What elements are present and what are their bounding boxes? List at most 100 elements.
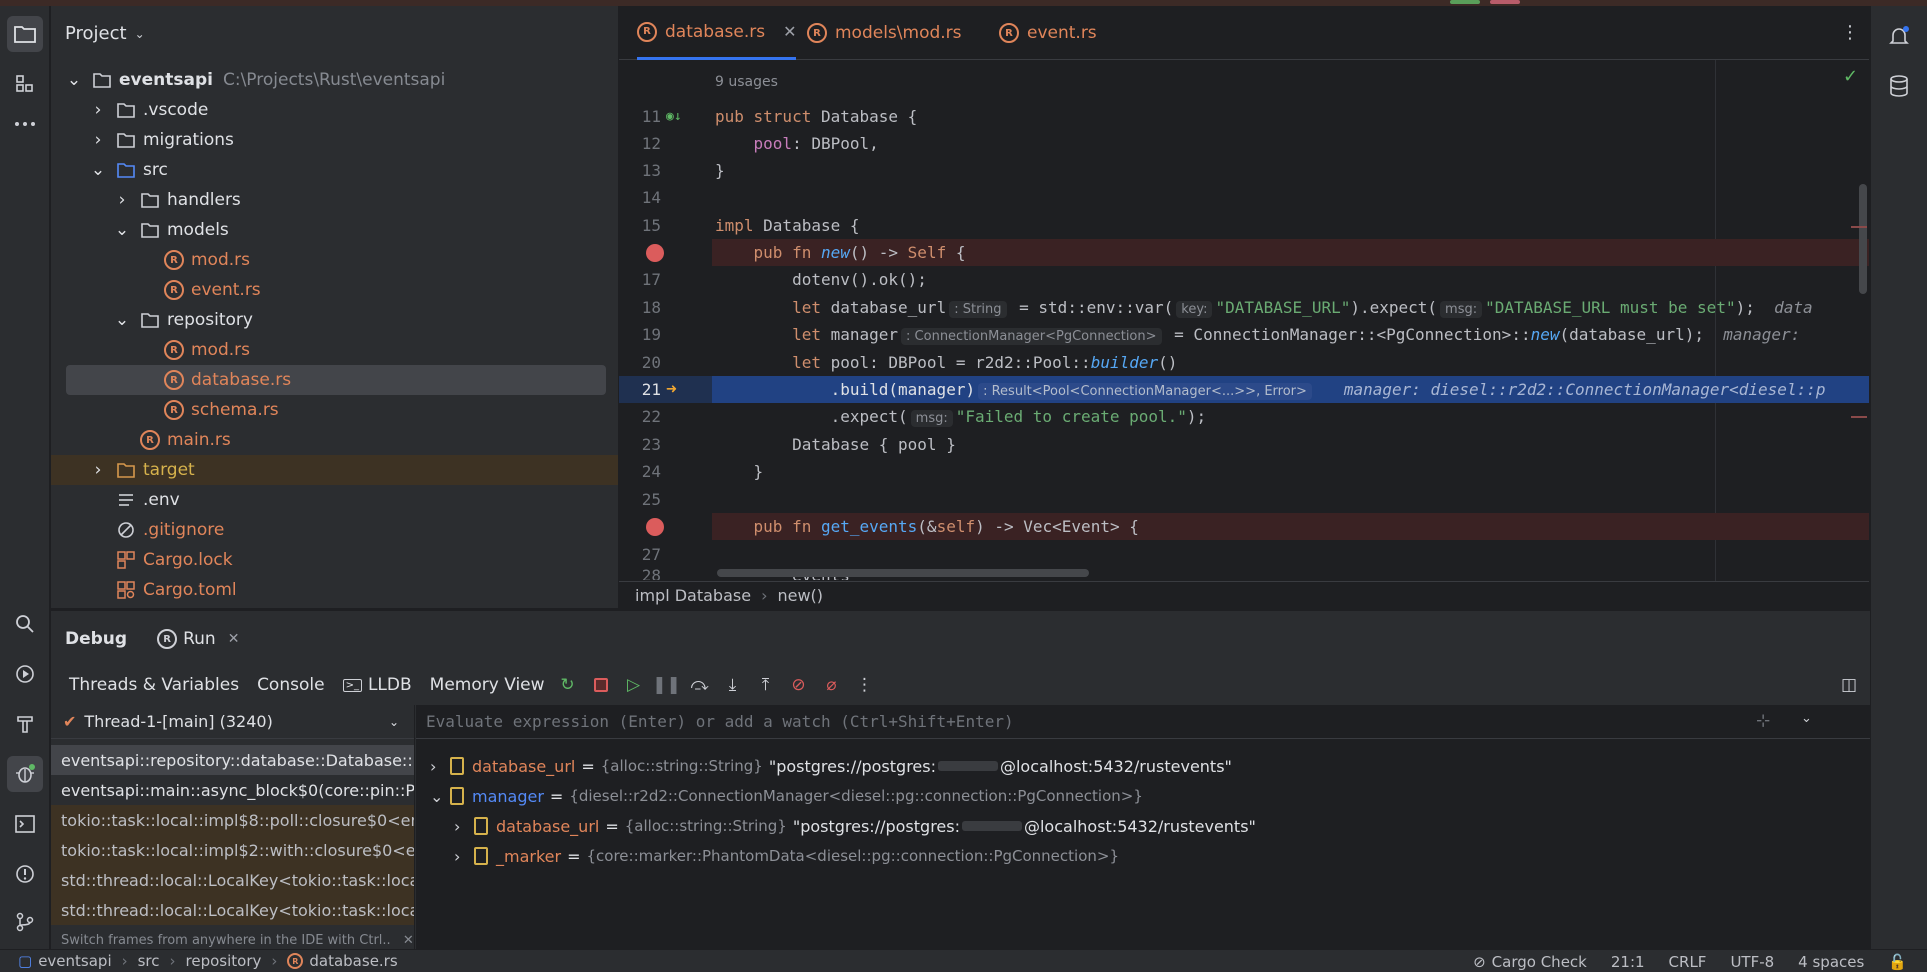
tab-run-config[interactable]: R Run ✕ (157, 629, 239, 649)
step-out-icon[interactable]: ⤒ (756, 675, 776, 695)
code-line[interactable]: 22 .expect(msg: "Failed to create pool.")… (619, 403, 1869, 430)
step-into-icon[interactable]: ⤓ (723, 675, 743, 695)
tree-item-file[interactable]: Cargo.lock (51, 545, 605, 575)
more-tools-icon[interactable] (7, 106, 43, 142)
editor-horizontal-scrollbar[interactable] (717, 569, 1089, 577)
add-watch-icon[interactable]: ⊹ (1756, 711, 1770, 731)
more-options-icon[interactable]: ⋮ (1841, 22, 1859, 43)
code-line[interactable]: 24 } (619, 458, 1869, 485)
breakpoint-icon[interactable] (646, 243, 664, 262)
code-line[interactable]: 20 let pool: DBPool = r2d2::Pool::builde… (619, 349, 1869, 376)
tab-models-mod-rs[interactable]: R models\mod.rs (807, 6, 962, 60)
tab-lldb[interactable]: >_ LLDB (342, 675, 412, 695)
usages-hint[interactable]: 9 usages (715, 74, 778, 90)
code-line[interactable]: 17 dotenv().ok(); (619, 266, 1869, 293)
breadcrumb-item[interactable]: impl Database (635, 586, 751, 605)
file-encoding[interactable]: UTF-8 (1730, 953, 1774, 971)
tree-item-file-selected[interactable]: R database.rs (66, 365, 606, 395)
stack-frame[interactable]: tokio::task::local::impl$8::poll::closur… (51, 805, 414, 835)
chevron-down-icon[interactable]: ⌄ (430, 787, 450, 806)
build-hammer-icon[interactable] (7, 706, 43, 742)
tree-item-file[interactable]: R event.rs (51, 275, 605, 305)
tree-item-file[interactable]: .gitignore (51, 515, 605, 545)
indent-setting[interactable]: 4 spaces (1798, 953, 1864, 971)
lock-icon[interactable]: 🔓 (1888, 953, 1907, 971)
line-separator[interactable]: CRLF (1669, 953, 1707, 971)
tree-item-file[interactable]: Cargo.toml (51, 575, 605, 605)
code-line[interactable]: 13 } (619, 157, 1869, 184)
code-line-breakpoint[interactable]: pub fn get_events(&self) -> Vec<Event> { (619, 513, 1869, 540)
chevron-down-icon[interactable]: ⌄ (115, 310, 129, 330)
evaluate-expression-input[interactable]: Evaluate expression (Enter) or add a wat… (416, 705, 1870, 739)
variable-row[interactable]: › database_url = {alloc::string::String}… (430, 751, 1232, 781)
tree-item-folder[interactable]: › .vscode (51, 95, 605, 125)
problems-icon[interactable] (7, 856, 43, 892)
tree-item-folder[interactable]: ⌄ models (51, 215, 605, 245)
tree-item-file[interactable]: .env (51, 485, 605, 515)
code-line[interactable]: 19 let manager: ConnectionManager<PgConn… (619, 321, 1869, 348)
tab-threads-variables[interactable]: Threads & Variables (69, 675, 239, 695)
code-line[interactable]: 12 pool: DBPool, (619, 130, 1869, 157)
stack-frame[interactable]: tokio::task::local::impl$2::with::closur… (51, 835, 414, 865)
tab-memory-view[interactable]: Memory View (430, 675, 545, 695)
project-panel-header[interactable]: Project ⌄ (65, 23, 145, 44)
chevron-right-icon[interactable]: › (454, 817, 474, 836)
chevron-down-icon[interactable]: ⌄ (67, 70, 81, 90)
code-line-execution-point[interactable]: 21 ➜ .build(manager): Result<Pool<Connec… (619, 376, 1869, 403)
database-icon[interactable] (1881, 68, 1917, 104)
stop-icon[interactable] (591, 675, 611, 695)
status-breadcrumb-item[interactable]: src (138, 952, 160, 970)
caret-position[interactable]: 21:1 (1611, 953, 1645, 971)
project-folder-icon[interactable] (7, 16, 43, 52)
close-icon[interactable]: ✕ (228, 631, 240, 647)
layout-settings-icon[interactable]: ◫ (1841, 675, 1857, 695)
services-icon[interactable] (7, 656, 43, 692)
code-line[interactable]: 25 (619, 486, 1869, 513)
variable-row[interactable]: ⌄ manager = {diesel::r2d2::ConnectionMan… (430, 781, 1143, 811)
structure-icon[interactable] (7, 66, 43, 102)
editor-vertical-scrollbar[interactable] (1859, 184, 1867, 294)
chevron-right-icon[interactable]: › (91, 100, 105, 120)
resume-icon[interactable]: ▷ (624, 675, 644, 695)
tab-event-rs[interactable]: R event.rs (999, 6, 1097, 60)
tree-item-file[interactable]: R main.rs (51, 425, 605, 455)
code-line[interactable]: 11 ◉↓ pub struct Database { (619, 103, 1869, 130)
tab-database-rs[interactable]: R database.rs ✕ (637, 6, 797, 60)
stack-frame[interactable]: std::thread::local::LocalKey<tokio::task… (51, 895, 414, 925)
code-line[interactable]: 14 (619, 184, 1869, 211)
chevron-right-icon[interactable]: › (91, 130, 105, 150)
mute-breakpoints-icon[interactable]: ⌀ (822, 675, 842, 695)
chevron-down-icon[interactable]: ⌄ (1801, 711, 1812, 726)
status-breadcrumb-item[interactable]: repository (186, 952, 262, 970)
chevron-down-icon[interactable]: ⌄ (91, 160, 105, 180)
breakpoint-stripe-marker[interactable] (1851, 416, 1867, 418)
status-breadcrumb-item[interactable]: database.rs (309, 952, 397, 970)
tree-item-file[interactable]: R mod.rs (51, 335, 605, 365)
debug-bug-icon[interactable] (7, 756, 43, 792)
pause-icon[interactable]: ❚❚ (652, 675, 681, 695)
tree-item-file[interactable]: R schema.rs (51, 395, 605, 425)
chevron-right-icon[interactable]: › (430, 757, 450, 776)
terminal-icon[interactable] (7, 806, 43, 842)
tree-item-file[interactable]: R mod.rs (51, 245, 605, 275)
more-options-icon[interactable]: ⋮ (855, 675, 875, 695)
code-line[interactable]: 18 let database_url: String = std::env::… (619, 294, 1869, 321)
search-icon[interactable] (7, 606, 43, 642)
code-line[interactable]: 23 Database { pool } (619, 431, 1869, 458)
git-icon[interactable] (7, 904, 43, 940)
breadcrumb-item[interactable]: new() (777, 586, 823, 605)
tree-item-root[interactable]: ⌄ eventsapi C:\Projects\Rust\eventsapi (51, 65, 605, 95)
implemented-gutter-icon[interactable]: ◉↓ (666, 109, 682, 124)
chevron-right-icon[interactable]: › (454, 847, 474, 866)
code-line[interactable]: 27 (619, 541, 1869, 568)
stack-frame[interactable]: std::thread::local::LocalKey<tokio::task… (51, 865, 414, 895)
rerun-icon[interactable]: ↻ (558, 675, 578, 695)
code-line[interactable]: 15 impl Database { (619, 212, 1869, 239)
tab-console[interactable]: Console (257, 675, 325, 695)
thread-selector[interactable]: ✔ Thread-1-[main] (3240) ⌄ (51, 705, 414, 739)
tree-item-folder[interactable]: ⌄ src (51, 155, 605, 185)
chevron-right-icon[interactable]: › (91, 460, 105, 480)
stack-frame[interactable]: eventsapi::main::async_block$0(core::pin… (51, 775, 414, 805)
view-breakpoints-icon[interactable]: ⊘ (789, 675, 809, 695)
breakpoint-stripe-marker[interactable] (1851, 226, 1867, 228)
